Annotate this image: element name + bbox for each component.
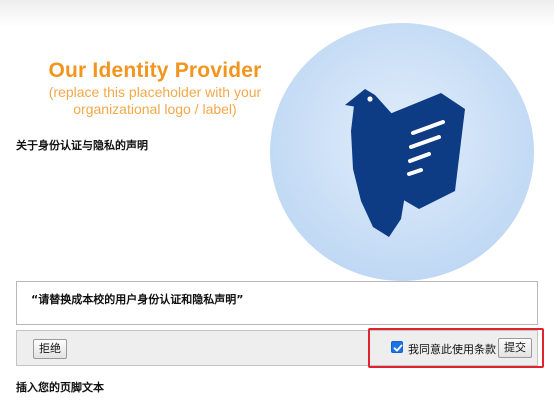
reject-button[interactable]: 拒绝 xyxy=(33,339,67,359)
idp-logo: Our Identity Provider (replace this plac… xyxy=(24,58,286,118)
footer-text: 插入您的页脚文本 xyxy=(16,381,104,394)
privacy-statement-text: “请替换成本校的用户身份认证和隐私声明” xyxy=(31,293,244,306)
privacy-heading: 关于身份认证与隐私的声明 xyxy=(16,139,148,152)
logo-title: Our Identity Provider xyxy=(48,59,262,82)
bird-book-icon xyxy=(270,23,534,281)
logo-subtitle-line1: (replace this placeholder with your xyxy=(48,84,262,100)
submit-button[interactable]: 提交 xyxy=(498,338,532,358)
agree-highlight: 我同意此使用条款 提交 xyxy=(368,328,544,368)
service-badge xyxy=(269,23,535,282)
agree-label[interactable]: 我同意此使用条款 xyxy=(408,341,496,357)
logo-subtitle-line2: organizational logo / label) xyxy=(73,101,237,117)
consent-action-bar: 拒绝 我同意此使用条款 提交 xyxy=(16,328,544,368)
agree-checkbox[interactable] xyxy=(391,341,403,353)
checkmark-icon xyxy=(393,344,403,352)
privacy-statement-box: “请替换成本校的用户身份认证和隐私声明” xyxy=(16,281,538,325)
